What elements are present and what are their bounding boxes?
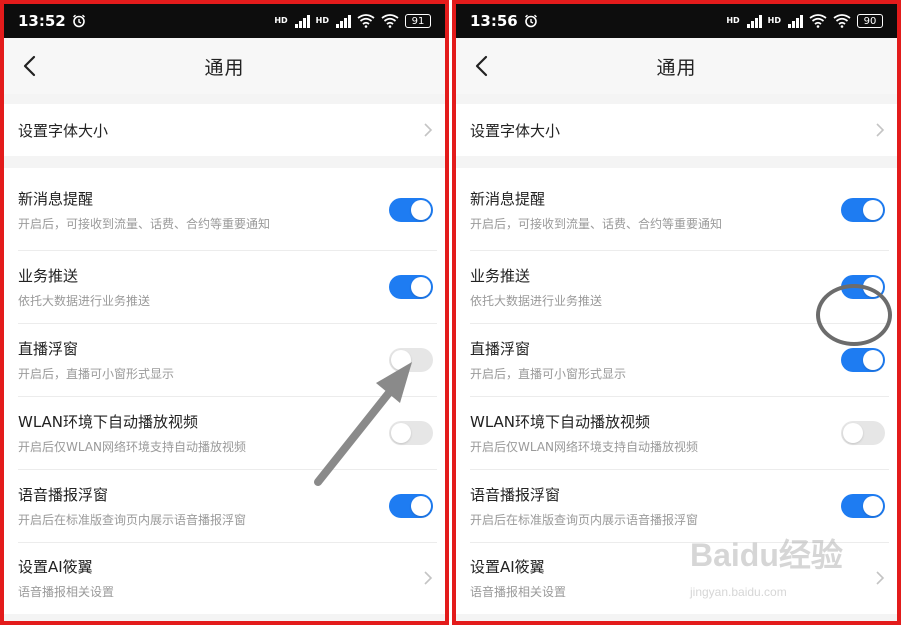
font-size-setting-row[interactable]: 设置字体大小 — [456, 104, 897, 156]
wifi-icon — [357, 14, 375, 28]
setting-label: 新消息提醒 — [470, 190, 546, 208]
back-arrow-icon[interactable] — [20, 52, 40, 80]
setting-description: 依托大数据进行业务推送 — [18, 294, 151, 308]
baidu-jingyan-watermark: Baidu经验 jingyan.baidu.com — [690, 530, 860, 610]
setting-description: 语音播报相关设置 — [18, 585, 115, 599]
setting-row-wlan-autoplay: WLAN环境下自动播放视频开启后仅WLAN网络环境支持自动播放视频 — [456, 397, 897, 469]
font-size-setting-row[interactable]: 设置字体大小 — [4, 104, 445, 156]
status-time: 13:52 — [18, 12, 66, 30]
setting-label: WLAN环境下自动播放视频 — [470, 413, 651, 431]
setting-label: 设置AI筱翼 — [18, 558, 93, 576]
setting-row-business-push: 业务推送依托大数据进行业务推送 — [4, 251, 445, 323]
font-size-setting-label: 设置字体大小 — [18, 121, 109, 140]
setting-description: 开启后，直播可小窗形式显示 — [470, 367, 627, 381]
new-message-toggle[interactable] — [841, 198, 885, 222]
page-header: 通用 — [4, 38, 445, 94]
wifi-icon — [381, 14, 399, 28]
setting-row-new-message: 新消息提醒开启后，可接收到流量、话费、合约等重要通知 — [4, 178, 445, 242]
watermark-url: jingyan.baidu.com — [690, 585, 787, 599]
wifi-icon — [809, 14, 827, 28]
new-message-toggle[interactable] — [389, 198, 433, 222]
wlan-autoplay-toggle[interactable] — [841, 421, 885, 445]
signal-icon — [294, 14, 310, 28]
setting-label: 业务推送 — [18, 267, 79, 285]
signal-icon — [336, 14, 351, 28]
page-title: 通用 — [656, 56, 697, 79]
chevron-right-icon — [876, 571, 885, 585]
chevron-right-icon — [876, 123, 885, 137]
font-size-setting-label: 设置字体大小 — [470, 121, 561, 140]
page-header: 通用 — [456, 38, 897, 94]
setting-description: 开启后，可接收到流量、话费、合约等重要通知 — [470, 217, 723, 231]
signal-icon — [746, 14, 762, 28]
status-time: 13:56 — [470, 12, 518, 30]
voice-float-toggle[interactable] — [389, 494, 433, 518]
setting-description: 开启后仅WLAN网络环境支持自动播放视频 — [470, 440, 699, 454]
setting-description: 开启后，可接收到流量、话费、合约等重要通知 — [18, 217, 271, 231]
setting-label: 新消息提醒 — [18, 190, 94, 208]
back-arrow-icon[interactable] — [472, 52, 492, 80]
page-title: 通用 — [204, 56, 245, 79]
highlight-circle-annotation — [816, 284, 892, 346]
setting-description: 开启后在标准版查询页内展示语音播报浮窗 — [470, 513, 699, 527]
screenshot-before: 13:52 HD HD 91 通用 设置字体大小 新消息提醒 开启后，可接收到流… — [0, 0, 449, 625]
ai-setting-row[interactable]: 设置AI筱翼语音播报相关设置 — [4, 543, 445, 613]
alarm-icon — [72, 14, 85, 28]
pointer-arrow-annotation — [314, 362, 412, 486]
setting-description: 开启后在标准版查询页内展示语音播报浮窗 — [18, 513, 247, 527]
status-bar: 13:52 HD HD 91 — [4, 4, 445, 38]
alarm-icon — [524, 14, 537, 28]
live-float-toggle[interactable] — [841, 348, 885, 372]
business-push-toggle[interactable] — [389, 275, 433, 299]
setting-description: 依托大数据进行业务推送 — [470, 294, 603, 308]
setting-label: 直播浮窗 — [470, 340, 531, 358]
battery-indicator: 91 — [405, 14, 431, 28]
setting-label: 业务推送 — [470, 267, 531, 285]
battery-indicator: 90 — [857, 14, 883, 28]
setting-label: 语音播报浮窗 — [470, 486, 561, 504]
setting-row-new-message: 新消息提醒开启后，可接收到流量、话费、合约等重要通知 — [456, 178, 897, 242]
voice-float-toggle[interactable] — [841, 494, 885, 518]
watermark-logo-text: Baidu经验 — [690, 537, 843, 573]
chevron-right-icon — [424, 123, 433, 137]
chevron-right-icon — [424, 571, 433, 585]
signal-icon — [788, 14, 803, 28]
wifi-icon — [833, 14, 851, 28]
status-bar: 13:56 HD HD 90 — [456, 4, 897, 38]
